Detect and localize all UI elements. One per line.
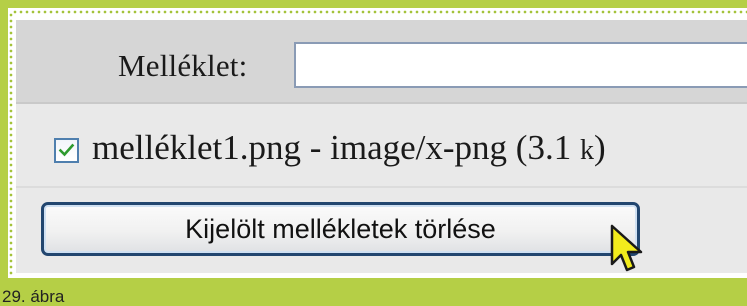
attachment-file-input[interactable]	[294, 42, 747, 88]
attachment-label: Melléklet:	[118, 48, 248, 83]
dotted-border-top	[12, 10, 747, 14]
attachment-size-unit: k	[579, 135, 594, 166]
figure-caption: 29. ábra	[2, 287, 65, 306]
row-divider-2	[16, 186, 747, 188]
attachment-separator: -	[300, 128, 331, 167]
attachment-select-checkbox[interactable]	[54, 138, 79, 163]
attachment-size-open: (3.1	[507, 128, 580, 167]
attachment-size-close: )	[593, 128, 606, 167]
checkmark-icon	[58, 143, 75, 157]
attachment-mime-type: image/x-png	[330, 128, 508, 167]
arrow-cursor-icon	[610, 224, 643, 272]
delete-selected-attachments-button[interactable]: Kijelölt mellékletek törlése	[41, 202, 640, 256]
dotted-border-left	[9, 12, 13, 276]
attachment-filename: melléklet1.png	[92, 128, 301, 167]
row-divider	[16, 102, 747, 104]
attachment-list-item: melléklet1.png - image/x-png (3.1 k)	[92, 128, 606, 168]
